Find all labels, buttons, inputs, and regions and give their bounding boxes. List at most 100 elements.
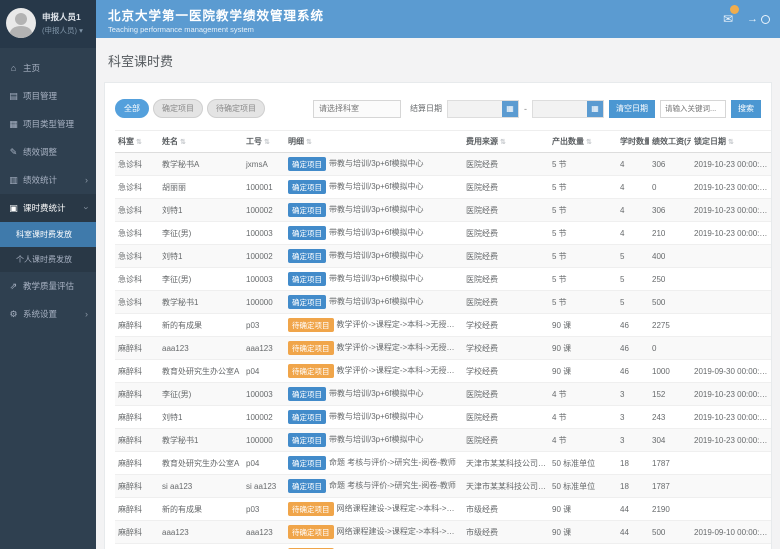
table-row[interactable]: 麻醉科教育处研究生办公室Ap04待确定项目网络课程建设->课程定->本科->学员… (115, 544, 771, 549)
filter-pill-2[interactable]: 待确定项目 (207, 99, 265, 118)
sidebar-subitem-dept-class-fee[interactable]: 科室课时费发放 (0, 222, 96, 247)
clear-date-button[interactable]: 清空日期 (609, 100, 655, 118)
status-badge[interactable]: 确定项目 (288, 272, 326, 286)
cell-detail: 确定项目带教与培训/3p+6f模拟中心 (285, 199, 463, 222)
sidebar-item-performance-adjustment[interactable]: ✎绩效调整 (0, 138, 96, 166)
table-row[interactable]: 急诊科刘特1100002确定项目带教与培训/3p+6f模拟中心医院经费5 节54… (115, 245, 771, 268)
table-row[interactable]: 急诊科教学秘书1100000确定项目带教与培训/3p+6f模拟中心医院经费5 节… (115, 291, 771, 314)
column-header-7[interactable]: 绩效工资(元)⇅ (649, 131, 691, 153)
cell-id: 100002 (243, 406, 285, 429)
cell-salary: 2275 (649, 314, 691, 337)
sort-icon: ⇅ (264, 139, 270, 146)
table-row[interactable]: 麻醉科李征(男)100003确定项目带教与培训/3p+6f模拟中心医院经费4 节… (115, 383, 771, 406)
table-row[interactable]: 急诊科李征(男)100003确定项目带教与培训/3p+6f模拟中心医院经费5 节… (115, 222, 771, 245)
column-header-2[interactable]: 工号⇅ (243, 131, 285, 153)
sidebar-item-teaching-quality-evaluation[interactable]: ⇗教学质量评估 (0, 272, 96, 300)
column-header-0[interactable]: 科室⇅ (115, 131, 159, 153)
cell-lock-date (691, 314, 771, 337)
date-filter-label: 结算日期 (410, 103, 442, 114)
status-badge[interactable]: 确定项目 (288, 433, 326, 447)
table-row[interactable]: 麻醉科新的有成果p03待确定项目教学评价->课程定->本科->无授课人学校经费9… (115, 314, 771, 337)
column-header-4[interactable]: 费用来源⇅ (463, 131, 549, 153)
app-title: 北京大学第一医院教学绩效管理系统 (108, 5, 324, 24)
sidebar-item-home[interactable]: ⌂主页 (0, 54, 96, 82)
sidebar-item-class-fee-statistics[interactable]: ▣课时费统计› (0, 194, 96, 222)
department-select-input[interactable] (313, 100, 401, 118)
sidebar-item-performance-statistics[interactable]: ▥绩效统计› (0, 166, 96, 194)
cell-name: aaa123 (159, 521, 243, 544)
user-panel[interactable]: 申报人员1 (申报人员) ▾ (0, 0, 96, 48)
column-header-6[interactable]: 学时数量⇅ (617, 131, 649, 153)
status-badge[interactable]: 确定项目 (288, 180, 326, 194)
table-row[interactable]: 麻醉科aaa123aaa123待确定项目教学评价->课程定->本科->无授课人学… (115, 337, 771, 360)
topbar: 北京大学第一医院教学绩效管理系统 Teaching performance ma… (96, 0, 780, 38)
sidebar-item-project-management[interactable]: ▤项目管理 (0, 82, 96, 110)
cell-output: 4 节 (549, 429, 617, 452)
cell-detail: 待确定项目教学评价->课程定->本科->无授课人 (285, 314, 463, 337)
status-badge[interactable]: 待确定项目 (288, 318, 334, 332)
chevron-right-icon: › (85, 175, 88, 185)
status-badge[interactable]: 确定项目 (288, 226, 326, 240)
filter-pill-1[interactable]: 确定项目 (153, 99, 203, 118)
cell-hours: 4 (617, 222, 649, 245)
status-badge[interactable]: 确定项目 (288, 456, 326, 470)
table-row[interactable]: 麻醉科刘特1100002确定项目带教与培训/3p+6f模拟中心医院经费4 节32… (115, 406, 771, 429)
table-row[interactable]: 急诊科刘特1100002确定项目带教与培训/3p+6f模拟中心医院经费5 节43… (115, 199, 771, 222)
table-row[interactable]: 麻醉科新的有成果p03待确定项目网络课程建设->课程定->本科->学员市级经费9… (115, 498, 771, 521)
cell-dept: 急诊科 (115, 199, 159, 222)
column-header-3[interactable]: 明细⇅ (285, 131, 463, 153)
cell-hours: 5 (617, 291, 649, 314)
sidebar-item-project-type-management[interactable]: ▦项目类型管理 (0, 110, 96, 138)
status-badge[interactable]: 确定项目 (288, 410, 326, 424)
user-role[interactable]: (申报人员) ▾ (42, 25, 83, 36)
table-row[interactable]: 急诊科教学秘书AjxmsA确定项目带教与培训/3p+6f模拟中心医院经费5 节4… (115, 153, 771, 176)
cell-id: 100001 (243, 176, 285, 199)
sidebar-subitem-personal-class-fee[interactable]: 个人课时费发放 (0, 247, 96, 272)
table-row[interactable]: 麻醉科教育处研究生办公室Ap04待确定项目教学评价->课程定->本科->无授课人… (115, 360, 771, 383)
logout-button[interactable]: → (747, 13, 770, 25)
status-badge[interactable]: 待确定项目 (288, 502, 334, 516)
cell-source: 市级经费 (463, 521, 549, 544)
table-row[interactable]: 麻醉科教育处研究生办公室Ap04确定项目命题 考核与评价->研究生-阅卷-教师天… (115, 452, 771, 475)
cell-hours: 4 (617, 153, 649, 176)
cell-detail: 待确定项目教学评价->课程定->本科->无授课人 (285, 337, 463, 360)
filter-pill-0[interactable]: 全部 (115, 99, 149, 118)
cell-source: 医院经费 (463, 153, 549, 176)
detail-text: 教学评价->课程定->本科->无授课人 (337, 366, 463, 375)
search-button[interactable]: 搜索 (731, 100, 761, 118)
cell-hours: 44 (617, 544, 649, 549)
status-badge[interactable]: 待确定项目 (288, 525, 334, 539)
sidebar-nav: ⌂主页▤项目管理▦项目类型管理✎绩效调整▥绩效统计›▣课时费统计›科室课时费发放… (0, 48, 96, 328)
cell-salary: 2190 (649, 498, 691, 521)
table-row[interactable]: 急诊科胡丽丽100001确定项目带教与培训/3p+6f模拟中心医院经费5 节40… (115, 176, 771, 199)
column-header-1[interactable]: 姓名⇅ (159, 131, 243, 153)
date-to-input[interactable]: ▦ (532, 100, 604, 118)
calendar-icon[interactable]: ▦ (587, 101, 603, 117)
table-row[interactable]: 麻醉科si aa123si aa123确定项目命题 考核与评价->研究生-阅卷-… (115, 475, 771, 498)
column-header-8[interactable]: 锁定日期⇅ (691, 131, 771, 153)
cell-output: 4 节 (549, 383, 617, 406)
status-badge[interactable]: 确定项目 (288, 387, 326, 401)
status-badge[interactable]: 确定项目 (288, 249, 326, 263)
status-badge[interactable]: 确定项目 (288, 295, 326, 309)
page-title: 科室课时费 (104, 38, 772, 82)
table-row[interactable]: 急诊科李征(男)100003确定项目带教与培训/3p+6f模拟中心医院经费5 节… (115, 268, 771, 291)
messages-button[interactable]: ✉ (723, 10, 733, 28)
status-badge[interactable]: 确定项目 (288, 157, 326, 171)
cell-hours: 18 (617, 475, 649, 498)
sidebar-item-system-settings[interactable]: ⚙系统设置› (0, 300, 96, 328)
status-badge[interactable]: 确定项目 (288, 203, 326, 217)
date-from-input[interactable]: ▦ (447, 100, 519, 118)
calendar-icon[interactable]: ▦ (502, 101, 518, 117)
trend-icon: ⇗ (8, 281, 19, 292)
status-badge[interactable]: 确定项目 (288, 479, 326, 493)
status-badge[interactable]: 待确定项目 (288, 341, 334, 355)
cell-output: 90 课 (549, 337, 617, 360)
cell-source: 医院经费 (463, 199, 549, 222)
column-header-5[interactable]: 产出数量⇅ (549, 131, 617, 153)
table-row[interactable]: 麻醉科教学秘书1100000确定项目带教与培训/3p+6f模拟中心医院经费4 节… (115, 429, 771, 452)
status-badge[interactable]: 待确定项目 (288, 364, 334, 378)
brand: 北京大学第一医院教学绩效管理系统 Teaching performance ma… (108, 5, 324, 34)
table-row[interactable]: 麻醉科aaa123aaa123待确定项目网络课程建设->课程定->本科->学员市… (115, 521, 771, 544)
keyword-input[interactable] (660, 100, 726, 118)
